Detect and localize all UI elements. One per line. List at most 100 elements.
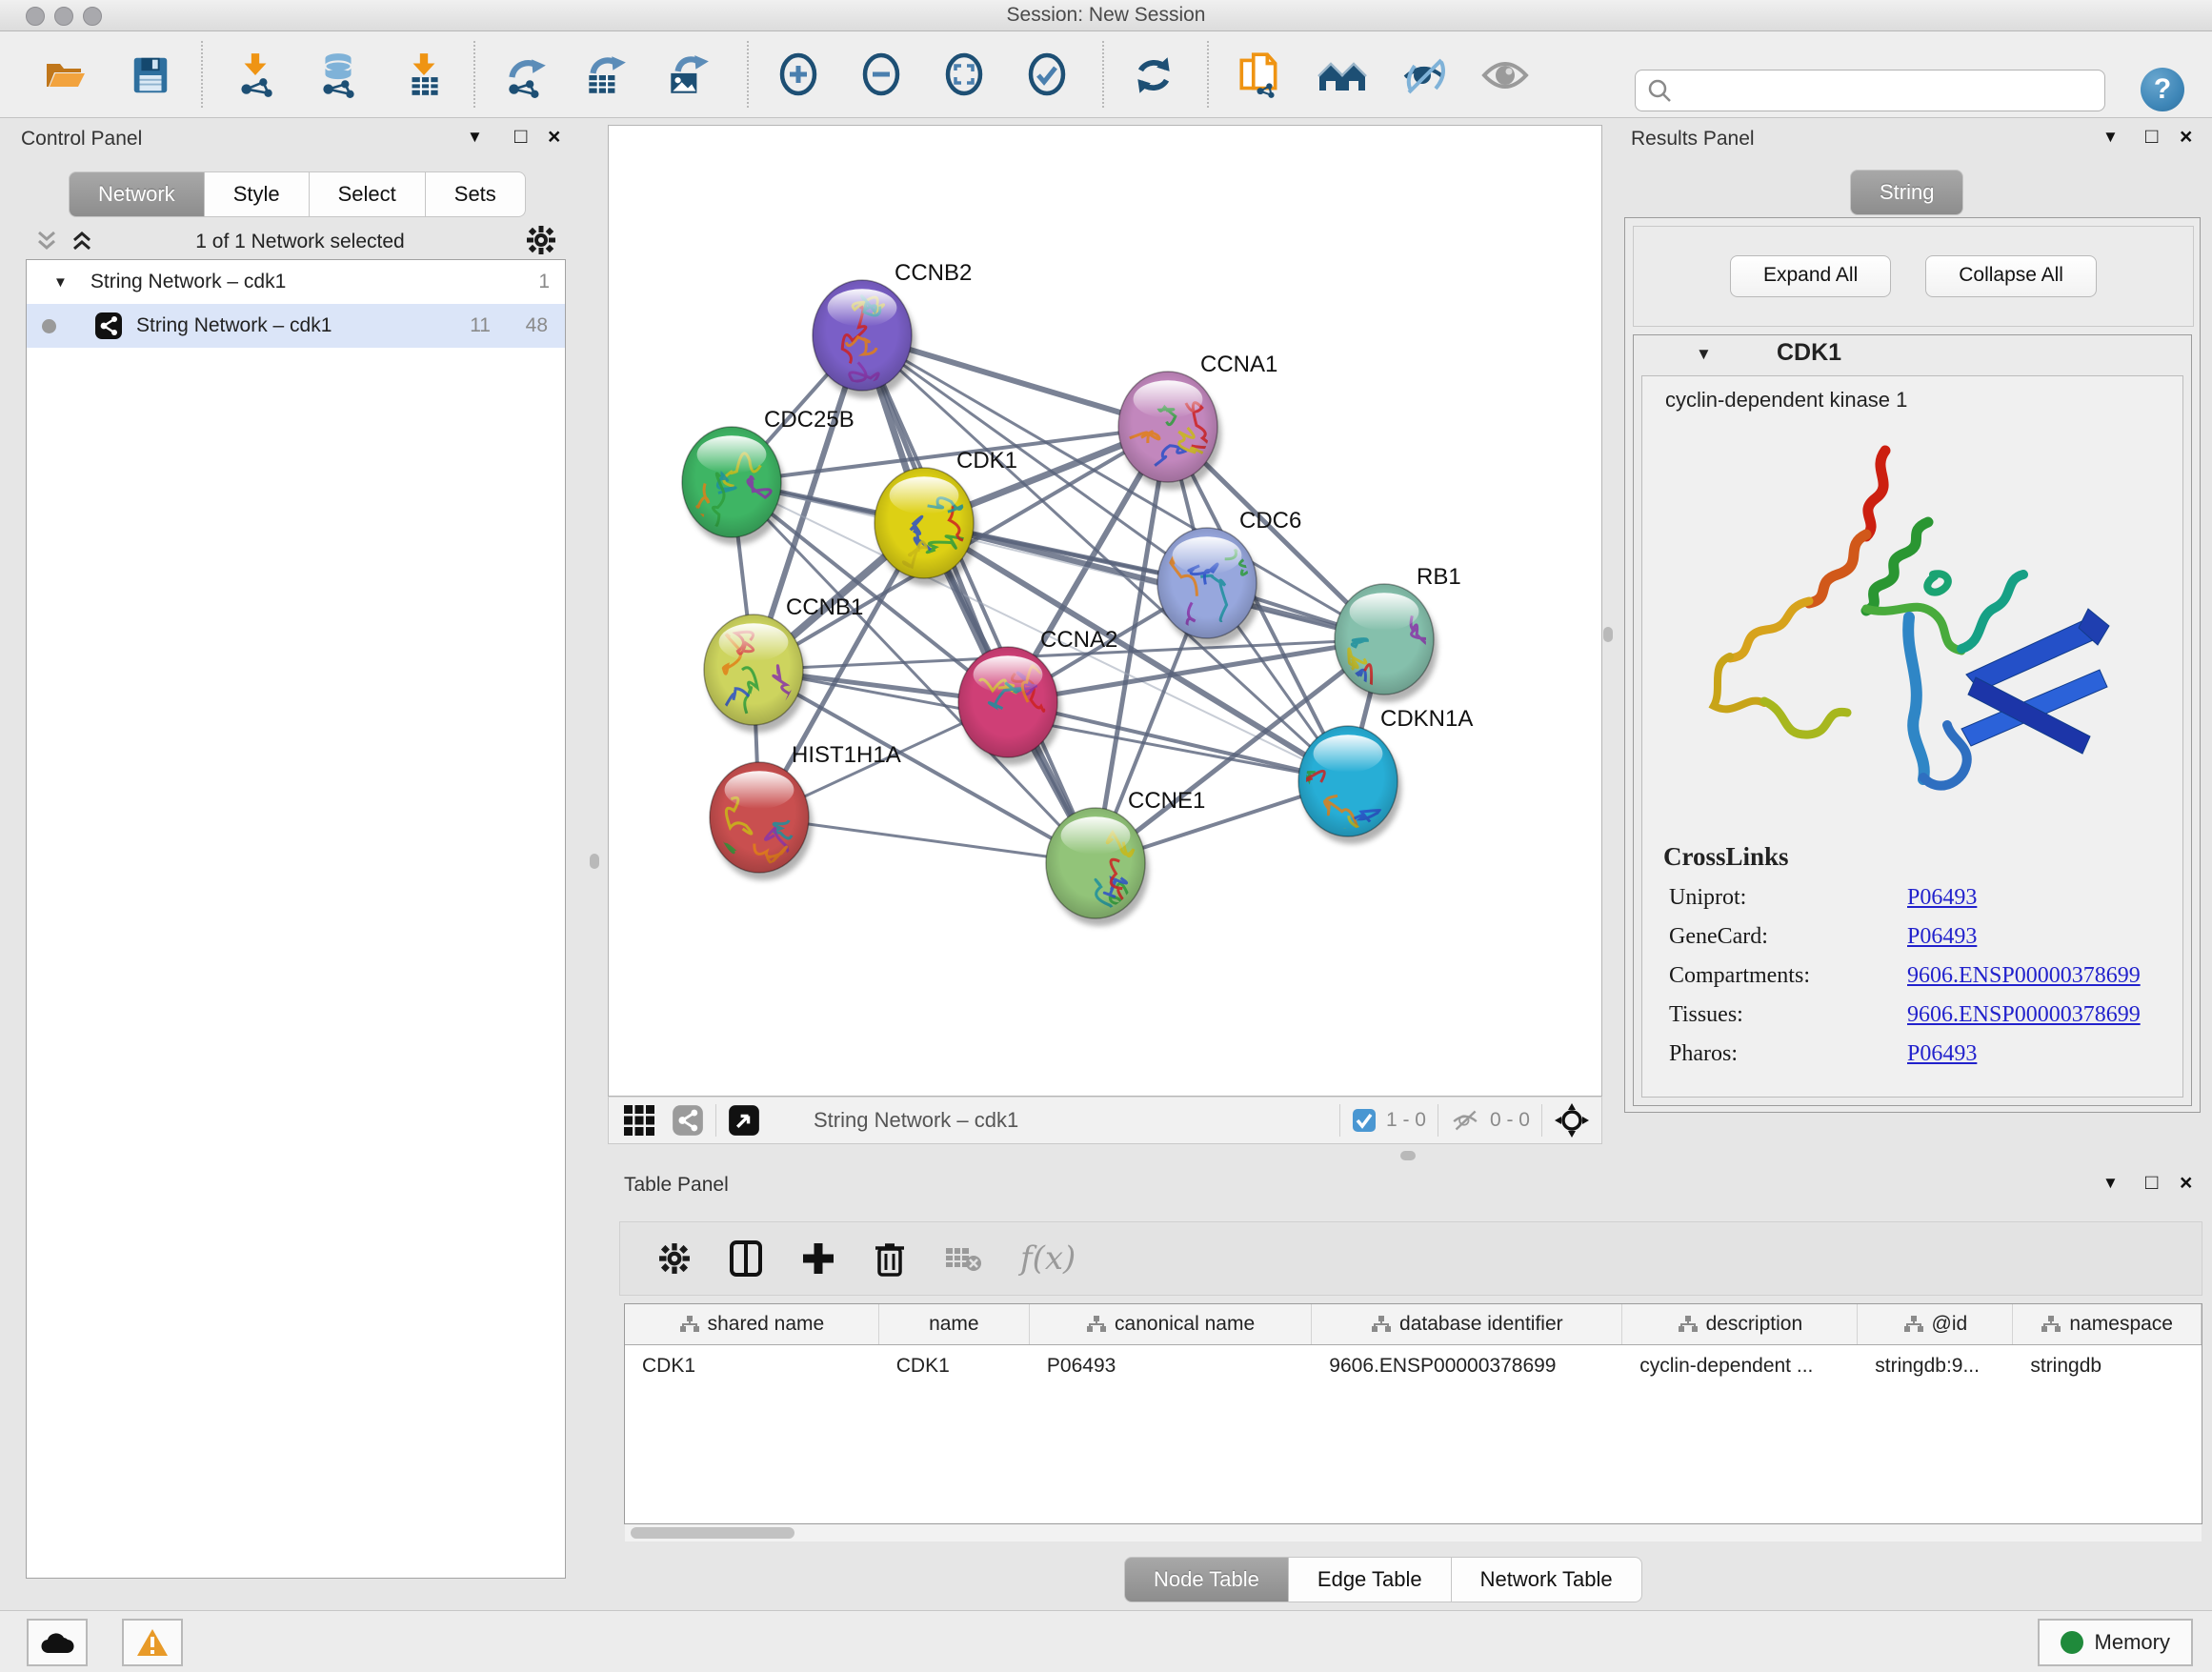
column-header-shared-name[interactable]: shared name	[625, 1304, 879, 1344]
selected-checkbox-icon[interactable]	[1352, 1108, 1377, 1133]
help-label: ?	[2154, 73, 2171, 106]
warning-status-button[interactable]	[122, 1619, 183, 1666]
table-row[interactable]: CDK1CDK1P064939606.ENSP00000378699cyclin…	[625, 1345, 2202, 1387]
network-node-CDC25B[interactable]: CDC25B	[682, 407, 855, 545]
table-horizontal-scrollbar[interactable]	[625, 1524, 2202, 1541]
table-cell[interactable]: CDK1	[625, 1345, 879, 1387]
table-panel-close-icon[interactable]: ×	[2180, 1170, 2192, 1196]
control-panel-close-icon[interactable]: ×	[548, 124, 560, 150]
horizontal-divider-grip[interactable]	[1400, 1151, 1416, 1160]
zoom-fit-icon	[941, 51, 987, 99]
control-panel-float-icon[interactable]: □	[514, 124, 527, 149]
table-cell[interactable]: stringdb:9...	[1858, 1345, 2013, 1387]
table-cell[interactable]: 9606.ENSP00000378699	[1312, 1345, 1622, 1387]
open-session-button[interactable]	[38, 49, 91, 102]
results-panel-float-icon[interactable]: □	[2145, 124, 2158, 149]
save-session-button[interactable]	[124, 49, 177, 102]
table-cell[interactable]: CDK1	[879, 1345, 1030, 1387]
tab-node-table[interactable]: Node Table	[1124, 1557, 1289, 1602]
table-panel-float-icon[interactable]: □	[2145, 1170, 2158, 1195]
table-cell[interactable]: P06493	[1030, 1345, 1312, 1387]
help-button[interactable]: ?	[2141, 68, 2184, 111]
apply-layout-button[interactable]	[1127, 49, 1180, 102]
network-row[interactable]: String Network – cdk1 11 48	[27, 304, 565, 348]
copy-documents-icon	[1236, 50, 1283, 100]
hide-selected-button[interactable]	[1398, 49, 1451, 102]
column-header-canonical-name[interactable]: canonical name	[1030, 1304, 1312, 1344]
network-collection-row[interactable]: ▼ String Network – cdk1 1	[27, 260, 565, 304]
show-columns-button[interactable]	[729, 1239, 763, 1278]
cdk1-collapse-icon[interactable]: ▼	[1696, 345, 1712, 364]
crosslink-row: Pharos:P06493	[1669, 1041, 2182, 1067]
scrollbar-thumb[interactable]	[631, 1527, 794, 1539]
column-header-description[interactable]: description	[1622, 1304, 1858, 1344]
tab-style[interactable]: Style	[205, 171, 310, 217]
tab-sets[interactable]: Sets	[426, 171, 526, 217]
network-edge[interactable]	[924, 523, 1384, 639]
column-header-namespace[interactable]: namespace	[2013, 1304, 2202, 1344]
network-node-CCNB2[interactable]: CCNB2	[813, 260, 972, 398]
clone-network-button[interactable]	[1233, 49, 1286, 102]
crosslink-value-link[interactable]: 9606.ENSP00000378699	[1907, 963, 2141, 989]
table-panel-menu-arrow-icon[interactable]: ▼	[2102, 1174, 2119, 1193]
table-options-button[interactable]	[658, 1242, 691, 1275]
delete-column-button[interactable]	[874, 1239, 906, 1278]
tab-network-table[interactable]: Network Table	[1452, 1557, 1642, 1602]
network-edge[interactable]	[862, 335, 1096, 863]
add-column-button[interactable]	[801, 1241, 835, 1276]
tab-select[interactable]: Select	[310, 171, 426, 217]
network-canvas[interactable]: CCNB2CCNA1CDC25BCDK1CDC6RB1CCNB1CCNA2CDK…	[608, 125, 1602, 1097]
memory-button[interactable]: Memory	[2038, 1619, 2193, 1666]
zoom-selected-button[interactable]	[1020, 49, 1074, 102]
crosslink-value-link[interactable]: P06493	[1907, 924, 1977, 950]
table-cell[interactable]: cyclin-dependent ...	[1622, 1345, 1858, 1387]
birdseye-view-icon[interactable]	[728, 1104, 760, 1137]
network-options-button[interactable]	[526, 225, 556, 260]
node-table[interactable]: shared namenamecanonical name database id…	[624, 1303, 2202, 1524]
zoom-out-button[interactable]	[855, 49, 908, 102]
network-node-CCNB1[interactable]: CCNB1	[704, 594, 863, 733]
results-panel-close-icon[interactable]: ×	[2180, 124, 2192, 150]
column-header--id[interactable]: @id	[1858, 1304, 2013, 1344]
string-home-button[interactable]	[1317, 49, 1370, 102]
search-field[interactable]	[1635, 70, 2105, 111]
vertical-divider-grip[interactable]	[590, 854, 599, 869]
column-header-label: database identifier	[1399, 1313, 1563, 1336]
search-input[interactable]	[1672, 79, 2076, 103]
tab-edge-table[interactable]: Edge Table	[1289, 1557, 1452, 1602]
import-network-from-database-button[interactable]	[312, 49, 365, 102]
control-panel-menu-arrow-icon[interactable]: ▼	[467, 128, 483, 147]
import-network-button[interactable]	[229, 49, 282, 102]
network-node-CCNA1[interactable]: CCNA1	[1118, 352, 1277, 490]
network-node-CDC6[interactable]: CDC6	[1157, 508, 1301, 655]
tab-network[interactable]: Network	[69, 171, 205, 217]
results-panel-menu-arrow-icon[interactable]: ▼	[2102, 128, 2119, 147]
import-table-button[interactable]	[397, 49, 451, 102]
network-node-RB1[interactable]: RB1	[1335, 564, 1461, 702]
column-header-name[interactable]: name	[879, 1304, 1030, 1344]
expand-all-button[interactable]: Expand All	[1730, 255, 1891, 297]
column-header-label: namespace	[2069, 1313, 2173, 1336]
crosslink-value-link[interactable]: 9606.ENSP00000378699	[1907, 1002, 2141, 1028]
string-view-icon[interactable]	[672, 1104, 704, 1137]
zoom-in-button[interactable]	[772, 49, 825, 102]
grid-view-icon[interactable]	[622, 1103, 656, 1138]
crosslink-value-link[interactable]: P06493	[1907, 1041, 1977, 1067]
gear-icon	[526, 225, 556, 255]
network-node-HIST1H1A[interactable]: HIST1H1A	[710, 742, 901, 880]
collapse-all-button[interactable]: Collapse All	[1925, 255, 2097, 297]
cloud-status-button[interactable]	[27, 1619, 88, 1666]
crosslink-value-link[interactable]: P06493	[1907, 885, 1977, 911]
zoom-fit-button[interactable]	[937, 49, 991, 102]
network-graph[interactable]: CCNB2CCNA1CDC25BCDK1CDC6RB1CCNB1CCNA2CDK…	[609, 126, 1601, 1096]
tab-string[interactable]: String	[1850, 170, 1963, 215]
show-all-button[interactable]	[1478, 49, 1532, 102]
tree-expander-icon[interactable]: ▼	[53, 274, 68, 291]
crosslink-label: Pharos:	[1669, 1041, 1907, 1067]
fit-selected-crosshair-icon[interactable]	[1554, 1102, 1590, 1138]
export-table-button[interactable]	[578, 49, 632, 102]
table-cell[interactable]: stringdb	[2013, 1345, 2202, 1387]
export-image-button[interactable]	[661, 49, 714, 102]
column-header-database-identifier[interactable]: database identifier	[1312, 1304, 1622, 1344]
export-network-button[interactable]	[499, 49, 553, 102]
